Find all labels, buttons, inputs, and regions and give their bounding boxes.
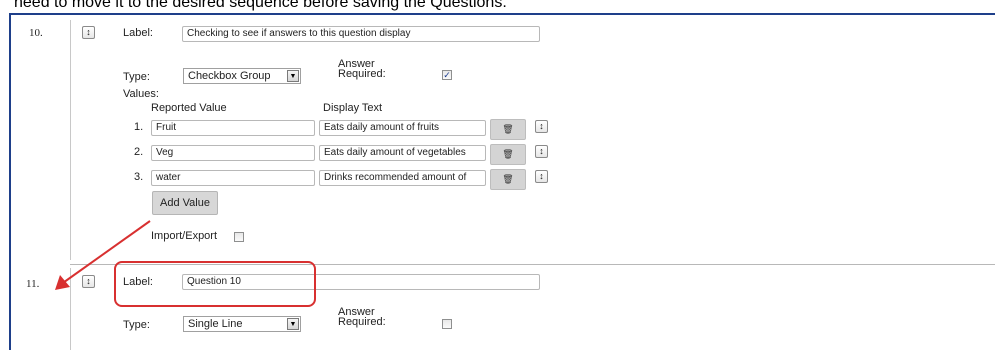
annotation-arrow — [55, 220, 151, 290]
